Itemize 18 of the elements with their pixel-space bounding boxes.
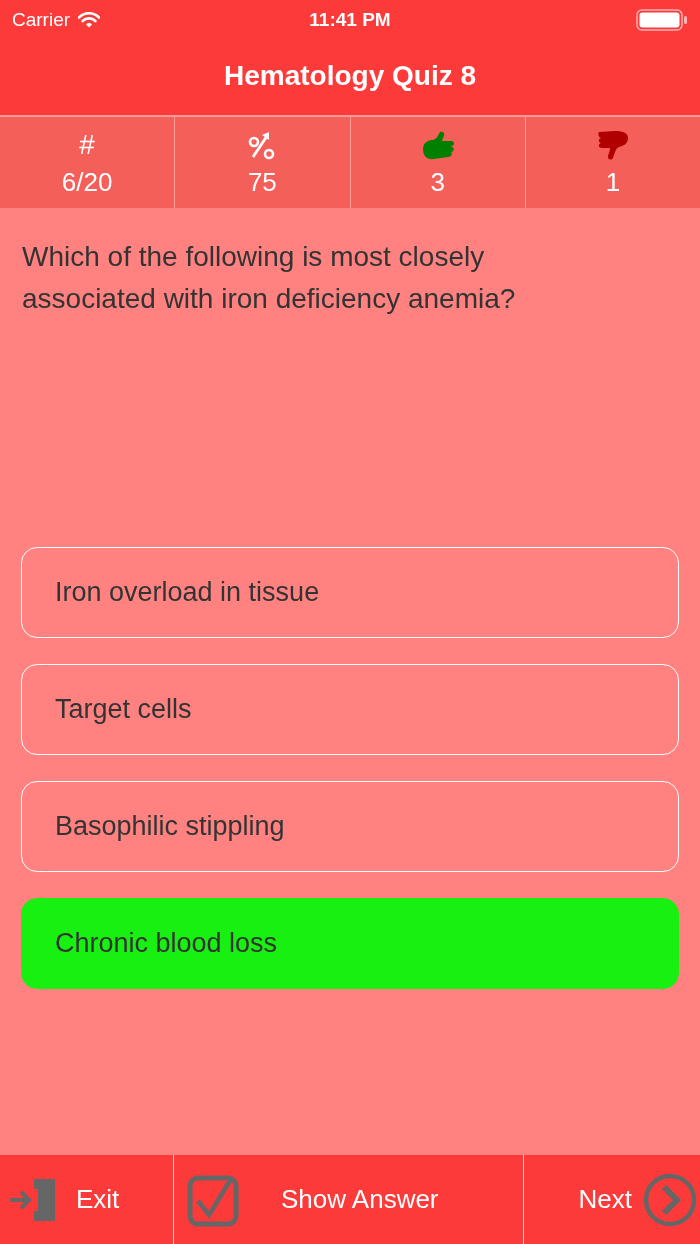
- battery-icon: [636, 9, 688, 31]
- answer-option[interactable]: Target cells: [21, 664, 679, 755]
- answer-option[interactable]: Iron overload in tissue: [21, 547, 679, 638]
- door-exit-icon: [8, 1176, 56, 1223]
- stat-value: 6/20: [61, 166, 113, 197]
- percent-arrow-icon: [248, 129, 277, 160]
- stat-value: 1: [605, 166, 621, 197]
- stat-value: 75: [247, 166, 277, 197]
- carrier-label: Carrier: [12, 7, 71, 32]
- answer-option[interactable]: Basophilic stippling: [21, 781, 679, 872]
- nav-title: Hematology Quiz 8: [223, 58, 476, 93]
- stat-symbol: #: [79, 128, 95, 161]
- wifi-icon: [78, 12, 101, 28]
- circle-chevron-right-icon: [643, 1172, 697, 1227]
- status-time: 11:41 PM: [309, 7, 391, 32]
- answer-option[interactable]: Chronic blood loss: [21, 898, 679, 989]
- question-text: Which of the following is most closely associated with iron deficiency anemia?: [22, 240, 517, 316]
- stat-value: 3: [430, 166, 445, 197]
